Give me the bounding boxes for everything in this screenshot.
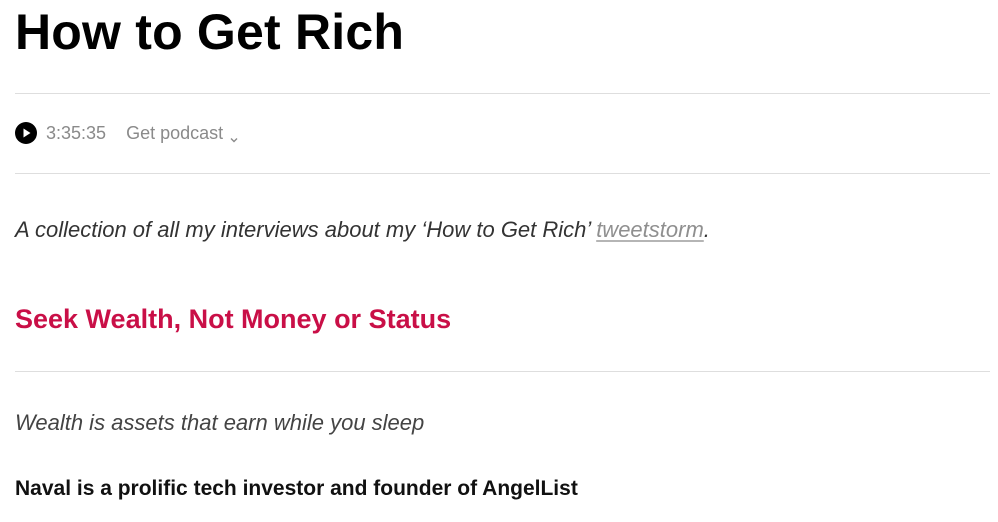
intro-paragraph: A collection of all my interviews about … — [15, 215, 710, 245]
divider — [15, 371, 990, 372]
tweetstorm-link[interactable]: tweetstorm — [596, 217, 704, 242]
play-icon[interactable] — [15, 122, 37, 144]
section-subtitle: Wealth is assets that earn while you sle… — [15, 410, 425, 435]
divider — [15, 93, 990, 94]
section-heading: Seek Wealth, Not Money or Status — [15, 304, 452, 334]
intro-text: A collection of all my interviews about … — [15, 217, 597, 242]
divider — [15, 173, 990, 174]
chevron-down-icon — [229, 129, 239, 143]
podcast-player: 3:35:35 Get podcast — [15, 121, 239, 145]
intro-punctuation: . — [703, 217, 710, 242]
page-title: How to Get Rich — [15, 4, 405, 60]
get-podcast-dropdown[interactable]: Get podcast — [126, 123, 239, 144]
episode-duration: 3:35:35 — [46, 122, 107, 143]
section-body-text: Naval is a prolific tech investor and fo… — [15, 477, 578, 500]
get-podcast-label: Get podcast — [126, 122, 224, 143]
